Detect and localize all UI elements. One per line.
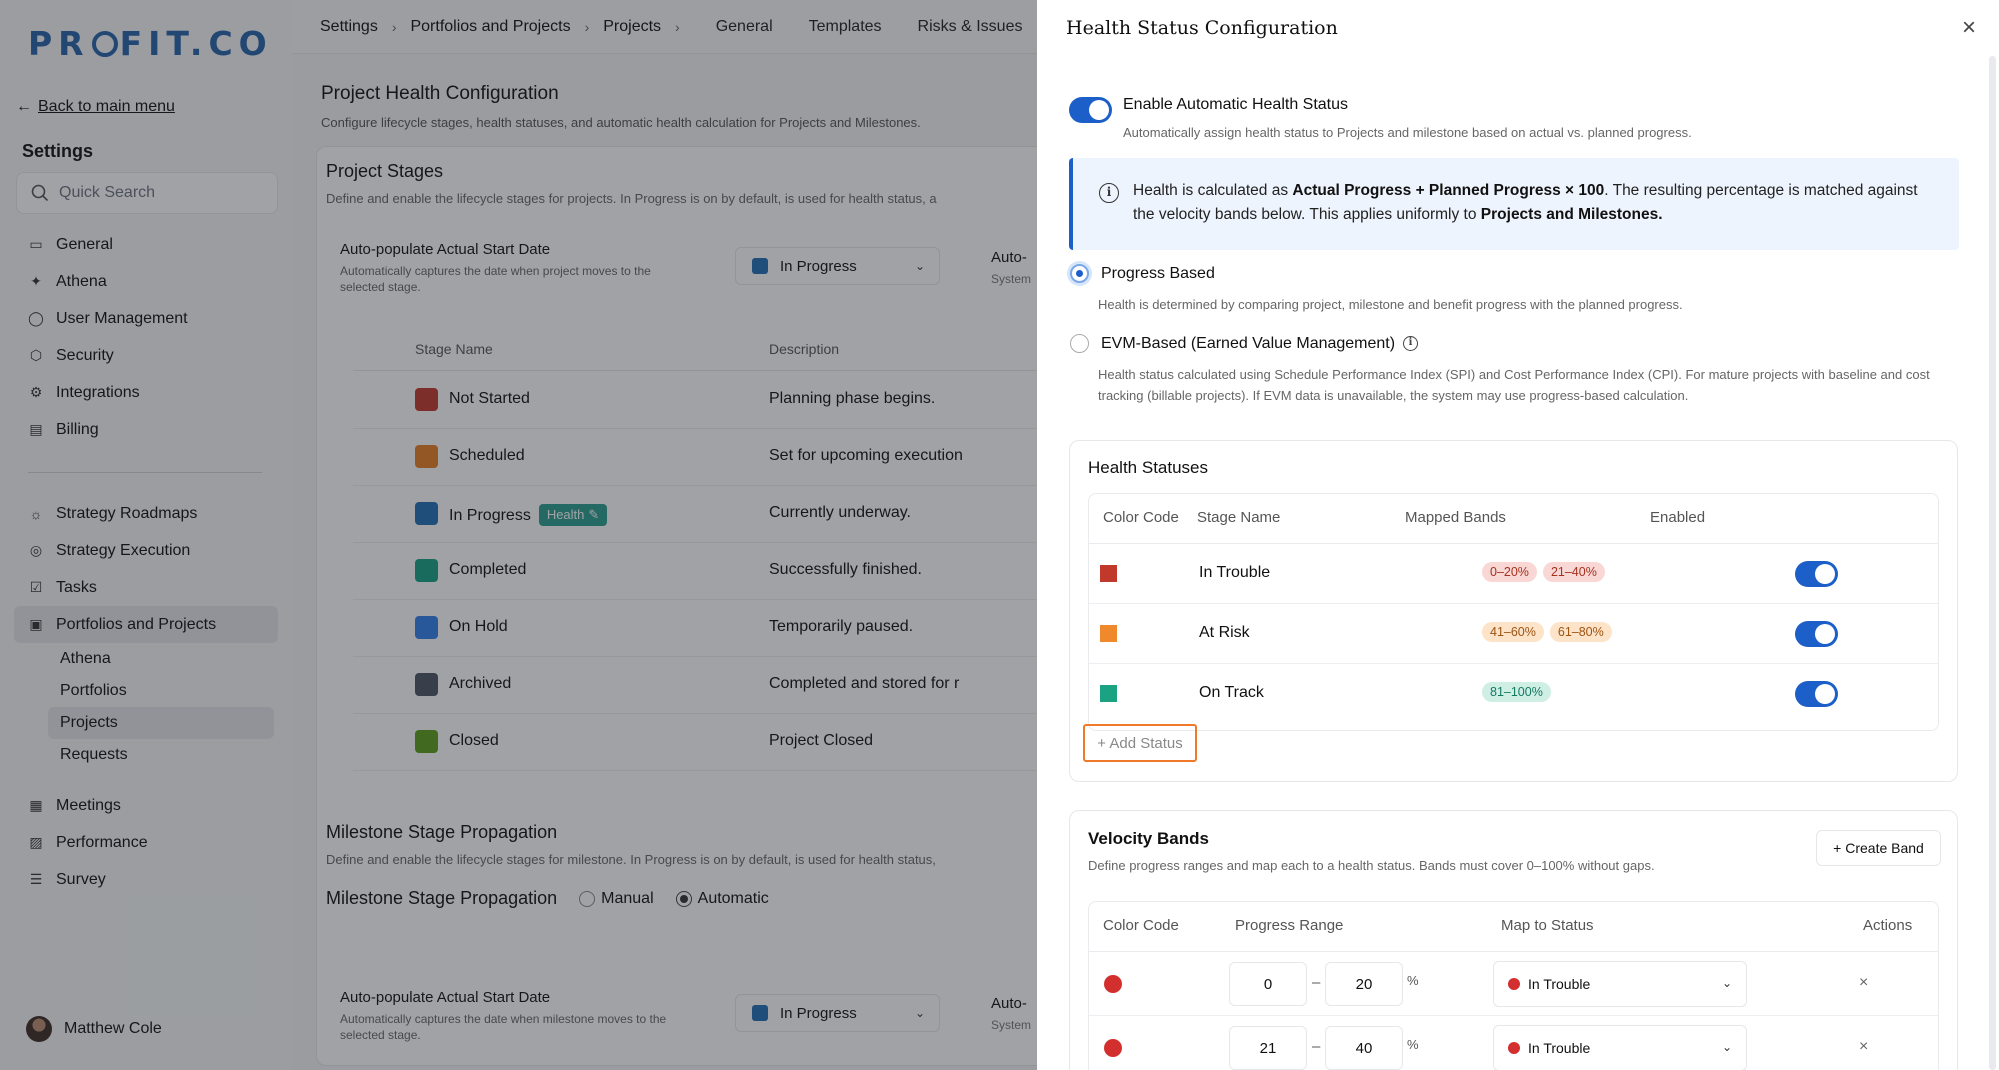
col-enabled: Enabled (1650, 509, 1706, 526)
status-name: On Track (1199, 684, 1264, 701)
status-dot (1508, 978, 1520, 990)
status-color-swatch (1100, 685, 1117, 702)
drawer-title: Health Status Configuration (1066, 17, 1338, 39)
status-name: At Risk (1199, 624, 1250, 641)
col-mapped-bands: Mapped Bands (1405, 509, 1506, 526)
enable-automatic-health-toggle[interactable] (1069, 97, 1112, 123)
delete-band-icon[interactable]: × (1859, 1038, 1868, 1056)
status-enabled-toggle[interactable] (1795, 681, 1838, 707)
mapped-bands: 81–100% (1482, 682, 1551, 702)
health-formula-info-box: i Health is calculated as Actual Progres… (1069, 158, 1959, 250)
enable-automatic-health-title: Enable Automatic Health Status (1123, 96, 1349, 113)
percent-suffix: % (1407, 973, 1419, 988)
table-row: On Track 81–100% (1089, 664, 1938, 724)
evm-based-label: EVM-Based (Earned Value Management) (1101, 334, 1396, 352)
table-row: At Risk 41–60% 61–80% (1089, 604, 1938, 664)
band-color-dot[interactable] (1104, 1039, 1122, 1057)
evm-based-desc: Health status calculated using Schedule … (1098, 367, 1930, 403)
health-formula-text: Health is calculated as Actual Progress … (1133, 179, 1943, 227)
add-status-button[interactable]: + Add Status (1083, 724, 1197, 762)
status-dot (1508, 1042, 1520, 1054)
status-enabled-toggle[interactable] (1795, 561, 1838, 587)
enable-automatic-health-desc: Automatically assign health status to Pr… (1123, 125, 1692, 140)
info-icon[interactable]: i (1403, 336, 1419, 351)
percent-suffix: % (1407, 1037, 1419, 1052)
close-icon[interactable]: × (1956, 15, 1982, 41)
radio-selected (1070, 264, 1089, 283)
col-progress-range: Progress Range (1235, 917, 1344, 934)
mapped-bands: 41–60% 61–80% (1482, 622, 1612, 642)
table-row: 0–20% In Trouble ⌄ × (1089, 952, 1938, 1016)
health-statuses-title: Health Statuses (1088, 458, 1209, 477)
progress-based-label: Progress Based (1101, 264, 1215, 282)
scrollbar[interactable] (1989, 56, 1996, 1070)
map-to-status-select[interactable]: In Trouble ⌄ (1493, 1025, 1747, 1070)
map-to-status-value: In Trouble (1528, 976, 1591, 992)
map-to-status-value: In Trouble (1528, 1040, 1591, 1056)
delete-band-icon[interactable]: × (1859, 974, 1868, 992)
col-color-code: Color Code (1103, 509, 1179, 526)
evm-based-option[interactable]: EVM-Based (Earned Value Management) i (1070, 334, 1419, 353)
radio-unselected (1070, 334, 1089, 353)
velocity-bands-table: Color Code Progress Range Map to Status … (1088, 901, 1939, 1070)
velocity-bands-title: Velocity Bands (1088, 829, 1209, 848)
progress-based-option[interactable]: Progress Based (1070, 264, 1215, 283)
band-chip: 41–60% (1482, 622, 1544, 642)
health-status-drawer: Health Status Configuration × Enable Aut… (1037, 0, 1999, 1070)
col-stage-name: Stage Name (1197, 509, 1281, 526)
range-to-input[interactable]: 40 (1325, 1026, 1403, 1070)
modal-overlay[interactable] (0, 0, 1037, 1070)
range-separator: – (1312, 1038, 1321, 1055)
health-statuses-panel: Health Statuses Color Code Stage Name Ma… (1069, 440, 1958, 782)
mapped-bands: 0–20% 21–40% (1482, 562, 1605, 582)
info-formula: Actual Progress + Planned Progress × 100 (1292, 182, 1605, 199)
info-target: Projects and Milestones. (1480, 206, 1663, 223)
chevron-down-icon: ⌄ (1721, 1040, 1732, 1054)
band-chip: 21–40% (1542, 562, 1605, 582)
progress-based-desc: Health is determined by comparing projec… (1098, 297, 1683, 312)
band-chip: 0–20% (1482, 562, 1537, 582)
band-chip: 61–80% (1549, 622, 1612, 642)
velocity-bands-panel: Velocity Bands Define progress ranges an… (1069, 810, 1958, 1070)
create-band-button[interactable]: + Create Band (1816, 830, 1941, 866)
band-chip: 81–100% (1482, 682, 1551, 702)
range-from-input[interactable]: 0 (1229, 962, 1307, 1006)
velocity-bands-desc: Define progress ranges and map each to a… (1088, 858, 1655, 873)
status-color-swatch (1100, 565, 1117, 582)
health-statuses-table: Color Code Stage Name Mapped Bands Enabl… (1088, 493, 1939, 731)
table-row: 21–40% In Trouble ⌄ × (1089, 1016, 1938, 1070)
range-to-input[interactable]: 20 (1325, 962, 1403, 1006)
info-text-pre: Health is calculated as (1133, 182, 1293, 199)
col-actions: Actions (1863, 917, 1913, 934)
col-color-code: Color Code (1103, 917, 1179, 934)
velocity-bands-header: Color Code Progress Range Map to Status … (1089, 902, 1938, 952)
status-name: In Trouble (1199, 564, 1271, 581)
health-statuses-header: Color Code Stage Name Mapped Bands Enabl… (1089, 494, 1938, 544)
col-map-to-status: Map to Status (1501, 917, 1594, 934)
range-separator: – (1312, 974, 1321, 991)
chevron-down-icon: ⌄ (1721, 976, 1732, 990)
table-row: In Trouble 0–20% 21–40% (1089, 544, 1938, 604)
status-color-swatch (1100, 625, 1117, 642)
info-icon: i (1099, 183, 1119, 203)
range-from-input[interactable]: 21 (1229, 1026, 1307, 1070)
band-color-dot[interactable] (1104, 975, 1122, 993)
map-to-status-select[interactable]: In Trouble ⌄ (1493, 961, 1747, 1007)
status-enabled-toggle[interactable] (1795, 621, 1838, 647)
